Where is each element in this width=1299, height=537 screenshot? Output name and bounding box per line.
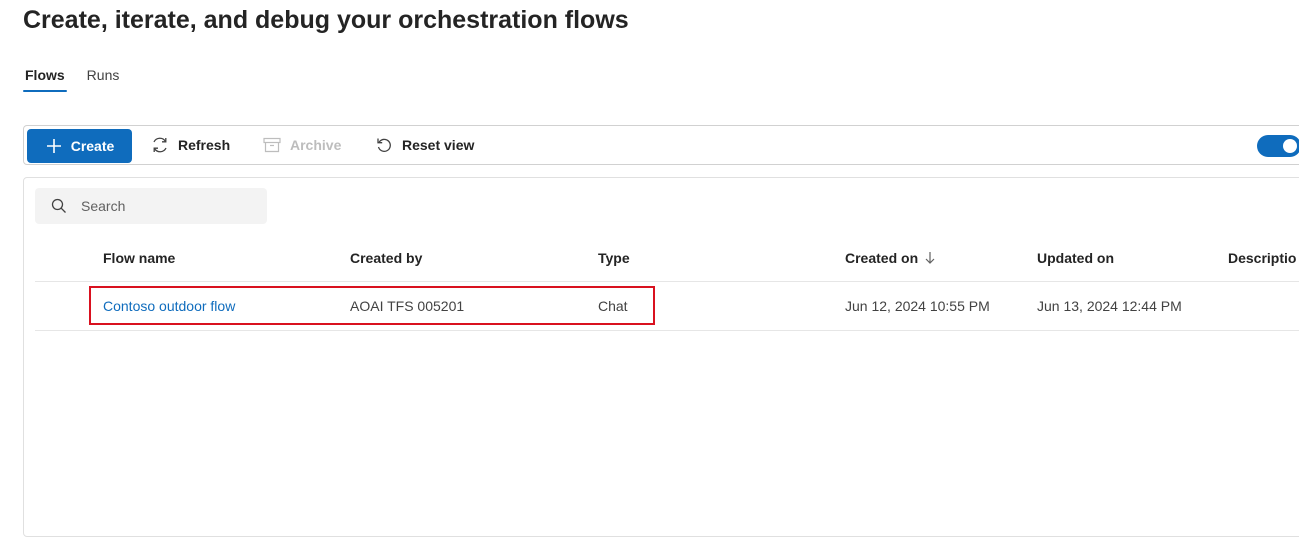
arrow-down-icon — [925, 251, 935, 264]
view-toggle[interactable] — [1257, 135, 1299, 157]
plus-icon — [46, 139, 61, 153]
column-header-updated-on[interactable]: Updated on — [1037, 234, 1114, 281]
updated-on-cell: Jun 13, 2024 12:44 PM — [1037, 298, 1182, 314]
column-header-type[interactable]: Type — [598, 234, 630, 281]
flow-name-link-text[interactable]: Contoso outdoor flow — [103, 298, 235, 314]
reset-icon — [377, 138, 391, 153]
create-button-label: Create — [70, 138, 115, 154]
refresh-button[interactable]: Refresh — [150, 126, 230, 164]
type-cell: Chat — [598, 298, 628, 314]
search-box[interactable] — [35, 188, 267, 224]
column-header-created-on-label: Created on — [845, 249, 919, 266]
column-header-created-on[interactable]: Created on — [845, 234, 936, 281]
reset-view-button[interactable]: Reset view — [374, 126, 474, 164]
refresh-icon — [153, 137, 167, 153]
toggle-knob — [1283, 139, 1297, 153]
tab-runs[interactable]: Runs — [85, 64, 122, 92]
column-header-description[interactable]: Descriptio — [1228, 234, 1296, 281]
archive-icon — [263, 137, 281, 153]
created-on-cell: Jun 12, 2024 10:55 PM — [845, 298, 990, 314]
create-button[interactable]: Create — [27, 129, 132, 163]
archive-button-label: Archive — [290, 137, 342, 153]
command-bar: Create Refresh Archive Reset view — [23, 125, 1299, 165]
archive-button[interactable]: Archive — [262, 126, 341, 164]
flow-name-link[interactable]: Contoso outdoor flow — [103, 282, 235, 330]
flows-table-panel: Flow name Created by Type Created on Upd… — [23, 177, 1299, 537]
reset-view-button-label: Reset view — [402, 137, 475, 153]
tab-flows[interactable]: Flows — [23, 64, 67, 92]
page-title: Create, iterate, and debug your orchestr… — [23, 6, 629, 34]
table-row[interactable]: Contoso outdoor flow AOAI TFS 005201 Cha… — [35, 282, 1299, 331]
search-icon — [51, 198, 66, 213]
created-by-cell: AOAI TFS 005201 — [350, 298, 465, 314]
table-header: Flow name Created by Type Created on Upd… — [35, 234, 1299, 282]
search-input[interactable] — [79, 197, 253, 215]
refresh-button-label: Refresh — [178, 137, 231, 153]
column-header-created-by[interactable]: Created by — [350, 234, 422, 281]
column-header-flow-name[interactable]: Flow name — [103, 234, 175, 281]
tab-list: Flows Runs — [23, 64, 139, 92]
